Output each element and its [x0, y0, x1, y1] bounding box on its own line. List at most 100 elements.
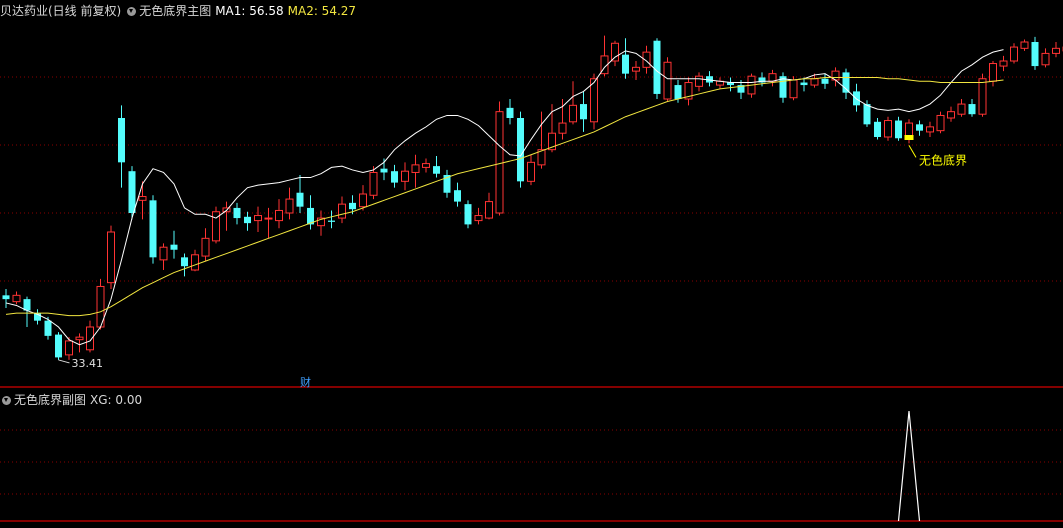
candle-body: [75, 336, 84, 341]
candle-body: [506, 107, 514, 118]
candle: [181, 253, 188, 277]
candle: [107, 225, 115, 289]
candle: [44, 316, 52, 340]
candle: [454, 182, 461, 207]
candle: [254, 206, 262, 232]
candle: [118, 105, 125, 188]
candle-body: [968, 104, 976, 115]
candle: [433, 156, 440, 178]
candle-body: [842, 72, 850, 93]
candle: [926, 121, 934, 137]
candle: [485, 192, 493, 220]
candle-body: [653, 40, 661, 94]
candle-body: [454, 190, 461, 202]
candle-body: [138, 196, 147, 201]
candle-body: [768, 73, 777, 82]
candle-body: [926, 126, 934, 133]
candle-body: [285, 198, 294, 214]
candle-body: [674, 85, 682, 99]
candle: [527, 154, 535, 186]
candle: [422, 158, 430, 173]
candle-body: [580, 104, 587, 120]
candle: [768, 69, 777, 87]
candle: [936, 111, 945, 134]
candle: [517, 111, 524, 188]
candle: [391, 164, 398, 188]
candle-body: [916, 124, 923, 131]
candle-body: [517, 118, 524, 182]
main-candlestick-chart[interactable]: 59.0033.41无色底界: [0, 0, 1063, 389]
low-price-label: 33.41: [72, 357, 104, 370]
candle: [328, 210, 335, 229]
candle: [212, 206, 220, 244]
candle-body: [474, 215, 483, 222]
candle: [1031, 36, 1039, 70]
candle: [474, 207, 483, 225]
candle: [506, 99, 514, 125]
candle: [716, 77, 724, 89]
candle: [34, 309, 41, 325]
candle-body: [611, 42, 619, 62]
candle-body: [244, 216, 251, 224]
xg-signal-spike: [897, 410, 921, 522]
candle: [264, 207, 273, 239]
candle: [411, 154, 420, 188]
candle-body: [159, 246, 168, 261]
candle-body: [401, 170, 409, 182]
candle-body: [905, 122, 913, 138]
candle: [159, 243, 168, 270]
candle: [779, 72, 787, 103]
candle: [317, 210, 325, 236]
candle-body: [874, 121, 881, 137]
candle: [244, 211, 251, 231]
financial-report-marker[interactable]: 财: [300, 374, 311, 390]
candle: [874, 118, 881, 140]
candle: [233, 202, 241, 225]
candle-body: [233, 207, 241, 219]
candle-body: [1020, 41, 1029, 49]
candle-body: [55, 334, 62, 358]
low-marker-line: [58, 359, 70, 364]
candle: [296, 175, 304, 213]
candle-body: [128, 171, 136, 213]
candle-body: [328, 220, 335, 222]
candle: [580, 91, 587, 132]
candle-body: [810, 78, 819, 86]
candle-body: [884, 120, 892, 138]
candle-body: [181, 257, 188, 267]
candle-body: [380, 168, 388, 173]
sub-indicator-chart[interactable]: [0, 389, 1063, 528]
candle: [957, 99, 966, 117]
candle-body: [695, 75, 703, 87]
candle: [1010, 43, 1018, 64]
candle: [569, 81, 577, 125]
candle-body: [149, 200, 157, 258]
candle-body: [349, 202, 356, 210]
candle-body: [191, 254, 199, 271]
candle-body: [936, 114, 945, 132]
candle: [12, 291, 21, 305]
candle-body: [12, 294, 21, 303]
candle: [706, 71, 713, 87]
candle: [1041, 48, 1050, 68]
candle-body: [1052, 47, 1060, 54]
candle-body: [1010, 46, 1018, 62]
signal-label: 无色底界: [919, 152, 967, 167]
candle-body: [800, 82, 808, 86]
candle: [968, 99, 976, 117]
candle-body: [275, 209, 283, 222]
candle-body: [485, 201, 493, 219]
candle-body: [296, 192, 304, 207]
candle: [611, 40, 619, 67]
candle-body: [359, 193, 367, 208]
candle: [558, 99, 567, 140]
candle: [895, 116, 902, 141]
candle: [884, 116, 892, 141]
candle-body: [201, 237, 210, 257]
candle: [947, 106, 955, 122]
candle-body: [569, 104, 577, 123]
candle: [916, 120, 923, 136]
candle: [853, 83, 860, 112]
candle-body: [821, 78, 829, 84]
candle: [1020, 39, 1029, 51]
